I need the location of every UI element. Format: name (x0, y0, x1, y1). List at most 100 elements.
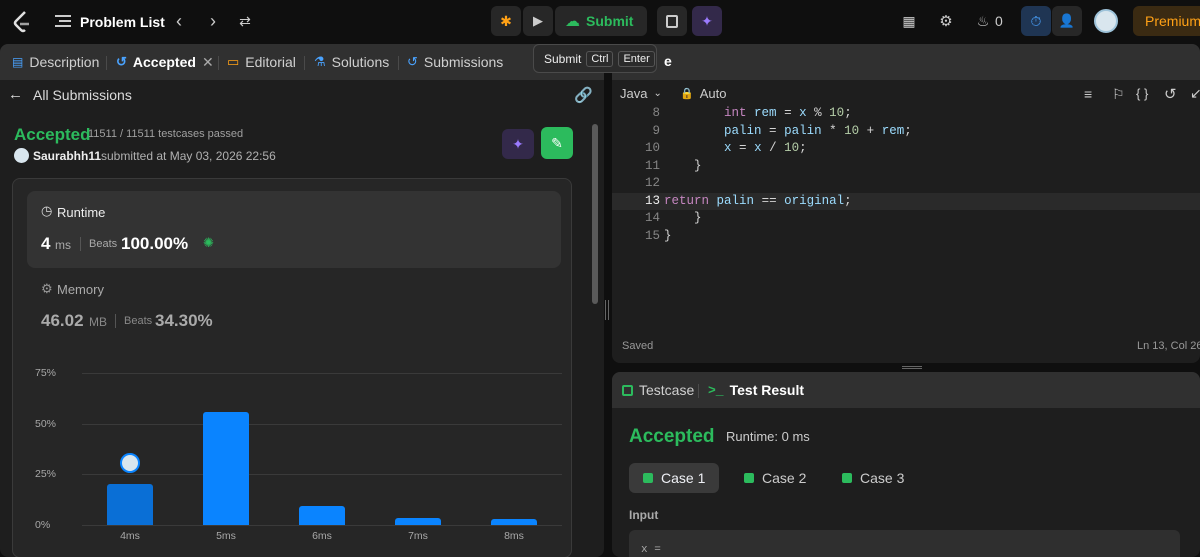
link-icon[interactable]: 🔗 (574, 86, 593, 104)
line-number: 13 (644, 193, 660, 208)
username[interactable]: Saurabhh11 (33, 149, 101, 163)
code-line[interactable]: 12 (612, 175, 1200, 193)
history-icon: ↺ (407, 54, 418, 69)
code-text: return palin == original; (664, 193, 852, 208)
prev-problem-icon[interactable]: ‹ (170, 11, 188, 31)
list-icon[interactable] (54, 12, 72, 30)
premium-button[interactable]: Premium (1133, 6, 1200, 36)
tab-divider (218, 56, 219, 70)
tab-solutions[interactable]: ⚗ Solutions (314, 44, 389, 80)
run-button[interactable]: ▶ (523, 6, 553, 36)
top-bar: Problem List ‹ › ⇄ ✱ ▶ ☁ Submit ✦ ▦ ⚙ ♨ … (0, 0, 1200, 44)
celebrate-icon: ✺ (203, 235, 214, 250)
user-avatar (14, 148, 29, 163)
ai-analyze-button[interactable]: ✦ (502, 129, 534, 159)
expand-icon[interactable]: ↙ (1190, 85, 1200, 102)
braces-icon[interactable]: { } (1136, 86, 1148, 101)
input-preview: x = (641, 544, 661, 556)
tab-editorial[interactable]: ▭ Editorial (227, 44, 296, 80)
input-box[interactable]: x = (629, 530, 1180, 557)
line-number: 15 (644, 228, 660, 243)
edit-code-button[interactable]: ✎ (541, 127, 573, 159)
next-problem-icon[interactable]: › (204, 11, 222, 31)
chart-gridline (82, 373, 562, 374)
submit-label: Submit (586, 13, 634, 29)
vertical-resize-handle[interactable] (605, 300, 609, 320)
shuffle-icon[interactable]: ⇄ (236, 12, 254, 30)
left-scrollbar[interactable] (592, 124, 598, 304)
memory-beats-label: Beats (124, 315, 153, 327)
back-to-submissions[interactable]: ← All Submissions (8, 86, 132, 103)
close-icon[interactable]: ✕ (202, 54, 214, 71)
code-line[interactable]: 11 } (612, 158, 1200, 176)
avatar[interactable] (1094, 9, 1118, 33)
checkbox-icon (622, 384, 633, 396)
code-line[interactable]: 8 int rem = x % 10; (612, 105, 1200, 123)
reset-icon[interactable]: ↺ (1164, 85, 1177, 103)
case-button[interactable]: Case 2 (730, 463, 820, 493)
layout-icon[interactable]: ▦ (900, 12, 918, 30)
runtime-card[interactable]: ◷ Runtime 4 ms Beats 100.00% ✺ (27, 191, 561, 268)
tab-description[interactable]: ▤ Description (12, 44, 99, 80)
problem-list-link[interactable]: Problem List (80, 12, 165, 32)
tab-solutions-label: Solutions (331, 54, 390, 70)
chart-bar[interactable] (395, 517, 441, 525)
testcases-passed: 11511 / 11511 testcases passed (88, 128, 244, 140)
case-label: Case 1 (661, 470, 706, 486)
streak-flame-icon[interactable]: ♨ (975, 12, 991, 30)
chart-gridline (82, 525, 562, 526)
tab-editorial-label: Editorial (245, 54, 296, 70)
format-icon[interactable]: ≡ (1084, 86, 1092, 102)
tab-accepted[interactable]: ↺ Accepted ✕ (116, 44, 214, 80)
settings-gear-icon[interactable]: ⚙ (937, 12, 955, 30)
chart-bar[interactable] (299, 505, 345, 525)
code-line[interactable]: 13 return palin == original; (612, 192, 1200, 210)
tab-accepted-label: Accepted (132, 54, 196, 70)
ai-assist-button[interactable]: ✦ (692, 6, 722, 36)
horizontal-resize-handle[interactable] (902, 366, 922, 369)
code-tab-label[interactable]: e (664, 53, 672, 69)
case-button[interactable]: Case 1 (629, 463, 720, 493)
tab-test-result[interactable]: >_ Test Result (708, 372, 804, 408)
memory-value: 46.02 (41, 311, 84, 330)
code-line[interactable]: 15} (612, 228, 1200, 246)
chart-bar[interactable] (491, 518, 537, 525)
case-label: Case 3 (860, 470, 905, 486)
runtime-unit: ms (55, 238, 71, 252)
result-panel: Testcase >_ Test Result Accepted Runtime… (612, 372, 1200, 557)
line-number: 10 (644, 141, 660, 155)
flask-icon: ⚗ (314, 54, 326, 69)
tab-divider (398, 56, 399, 70)
line-number: 12 (644, 176, 660, 190)
memory-unit: MB (89, 315, 107, 329)
tab-testcase[interactable]: Testcase (622, 372, 694, 408)
save-status: Saved (622, 340, 654, 352)
cloud-upload-icon: ☁ (565, 13, 580, 30)
code-line[interactable]: 9 palin = palin * 10 + rem; (612, 123, 1200, 141)
runtime-divider (80, 237, 81, 251)
case-button[interactable]: Case 3 (828, 463, 918, 493)
language-select[interactable]: Java ⌄ (620, 86, 662, 101)
tab-divider (698, 384, 699, 398)
notes-button[interactable] (657, 6, 687, 36)
code-text: palin = palin * 10 + rem; (724, 123, 912, 138)
chart-bar[interactable] (203, 411, 249, 525)
invite-button[interactable]: 👤 (1052, 6, 1082, 36)
clock-icon: ◷ (41, 203, 53, 218)
x-tick-label: 6ms (312, 530, 332, 542)
mode-select[interactable]: 🔒 Auto (680, 86, 726, 101)
tooltip-key-ctrl: Ctrl (586, 50, 614, 67)
debug-button[interactable]: ✱ (491, 6, 521, 36)
chart-bar[interactable] (107, 484, 153, 525)
leetcode-logo-icon[interactable] (12, 10, 32, 34)
code-line[interactable]: 10 x = x / 10; (612, 140, 1200, 158)
stopwatch-icon: ⏱ (1030, 12, 1042, 29)
code-line[interactable]: 14 } (612, 210, 1200, 228)
bookmark-icon[interactable]: ⚐ (1112, 86, 1125, 103)
code-text: } (664, 228, 672, 243)
tab-submissions[interactable]: ↺ Submissions (407, 44, 503, 80)
code-editor[interactable]: 8 int rem = x % 10; 9 palin = palin * 10 … (612, 105, 1200, 255)
line-number: 14 (644, 211, 660, 225)
timer-button[interactable]: ⏱ (1021, 6, 1051, 36)
submit-button[interactable]: ☁ Submit (555, 6, 647, 36)
